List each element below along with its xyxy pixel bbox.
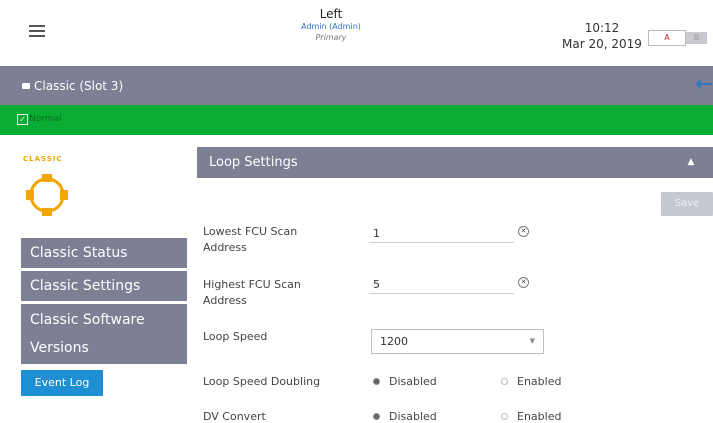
- lowest-fcu-label: Lowest FCU Scan Address: [203, 225, 298, 254]
- highest-fcu-label: Highest FCU Scan Address: [203, 278, 301, 307]
- side-ab-toggle[interactable]: A B: [648, 30, 707, 46]
- slot-bar: Classic (Slot 3) ←: [0, 66, 713, 105]
- header-time: 10:12: [584, 21, 620, 35]
- header-center: Left Admin (Admin) Primary: [241, 7, 421, 43]
- dv-convert-label: DV Convert: [203, 410, 266, 423]
- clear-icon[interactable]: ✕: [518, 226, 529, 237]
- left-nav: Classic Status Classic Settings Classic …: [21, 238, 187, 367]
- slot-title: Classic (Slot 3): [34, 79, 124, 93]
- status-bar: ✓ Normal: [0, 105, 713, 135]
- radio-selected-icon: [373, 378, 380, 385]
- hamburger-menu-icon[interactable]: [29, 25, 45, 37]
- nav-classic-software-versions[interactable]: Classic Software Versions: [21, 304, 187, 364]
- radio-label: Enabled: [517, 410, 562, 423]
- header-user: Admin (Admin): [301, 22, 361, 31]
- loop-speed-doubling-enabled-radio[interactable]: Enabled: [501, 375, 581, 389]
- app: Left Admin (Admin) Primary 10:12 Mar 20,…: [0, 0, 713, 423]
- radio-selected-icon: [373, 413, 380, 420]
- status-label: Normal: [29, 114, 62, 124]
- logo-text: CLASSIC: [23, 155, 63, 163]
- side-b-option[interactable]: B: [686, 32, 707, 44]
- radio-label: Enabled: [517, 375, 562, 388]
- loop-speed-doubling-label: Loop Speed Doubling: [203, 375, 321, 388]
- radio-unselected-icon: [501, 378, 508, 385]
- highest-fcu-input[interactable]: 5: [369, 276, 514, 294]
- loop-speed-doubling-disabled-radio[interactable]: Disabled: [373, 375, 453, 389]
- slot-icon: [22, 83, 30, 89]
- header-title: Left: [319, 7, 343, 21]
- radio-label: Disabled: [389, 410, 437, 423]
- loop-speed-value: 1200: [380, 335, 408, 348]
- status-check-icon: ✓: [17, 114, 28, 125]
- header-date: Mar 20, 2019: [562, 37, 642, 51]
- classic-logo: CLASSIC: [23, 155, 83, 219]
- slot-title-wrap: Classic (Slot 3): [22, 78, 123, 94]
- loop-speed-label: Loop Speed: [203, 330, 268, 343]
- radio-label: Disabled: [389, 375, 437, 388]
- loop-settings-header[interactable]: Loop Settings ▲: [197, 147, 713, 178]
- header-clock: 10:12 Mar 20, 2019: [552, 20, 652, 52]
- top-header: Left Admin (Admin) Primary 10:12 Mar 20,…: [0, 0, 713, 66]
- dv-convert-disabled-radio[interactable]: Disabled: [373, 410, 453, 423]
- clear-icon[interactable]: ✕: [518, 277, 529, 288]
- back-arrow-icon[interactable]: ←: [695, 74, 713, 96]
- radio-unselected-icon: [501, 413, 508, 420]
- collapse-caret-icon[interactable]: ▲: [685, 152, 697, 172]
- save-button[interactable]: Save: [661, 192, 713, 216]
- loop-settings-title: Loop Settings: [209, 155, 298, 170]
- dv-convert-enabled-radio[interactable]: Enabled: [501, 410, 581, 423]
- side-a-option[interactable]: A: [648, 30, 686, 46]
- lowest-fcu-input[interactable]: 1: [369, 225, 514, 243]
- classic-logo-icon: [26, 174, 68, 216]
- event-log-button[interactable]: Event Log: [21, 370, 103, 396]
- chevron-down-icon: ▼: [529, 337, 535, 345]
- loop-speed-select[interactable]: 1200 ▼: [371, 329, 544, 354]
- nav-classic-settings[interactable]: Classic Settings: [21, 271, 187, 301]
- nav-classic-status[interactable]: Classic Status: [21, 238, 187, 268]
- header-role: Primary: [315, 33, 347, 42]
